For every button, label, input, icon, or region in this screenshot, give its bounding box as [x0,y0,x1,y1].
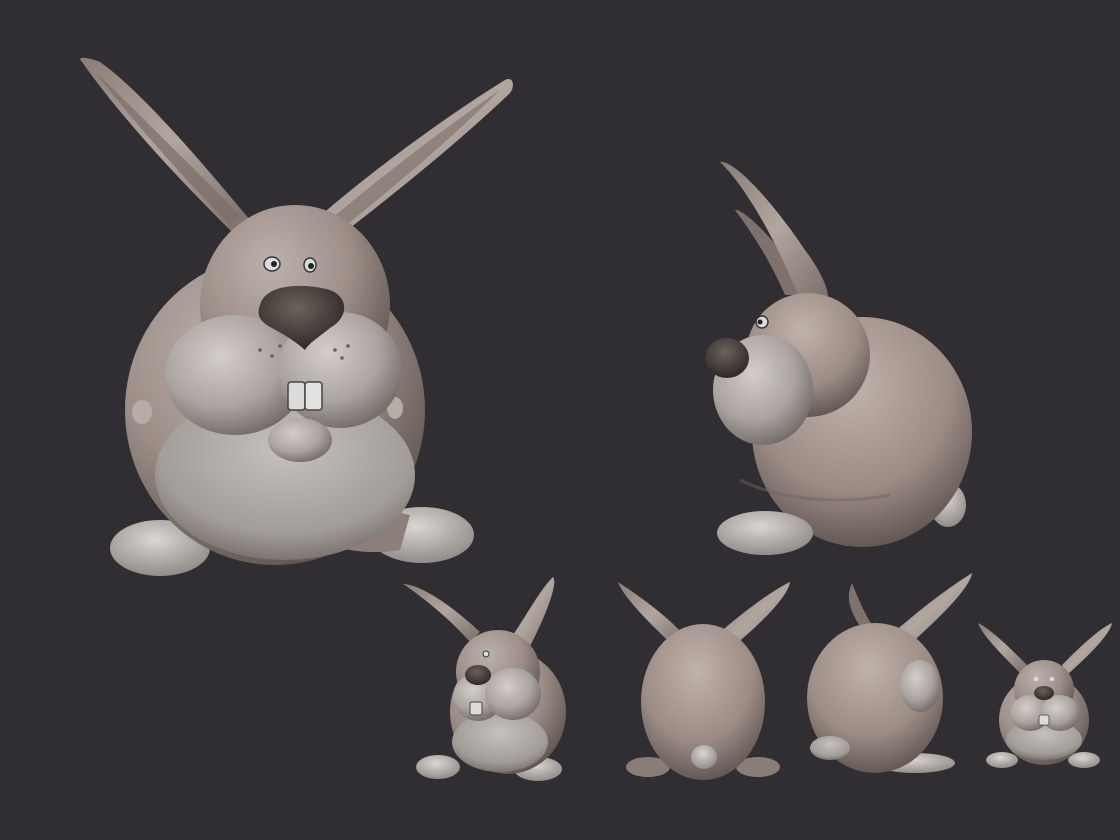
left-ear [978,623,1027,675]
left-foot [986,752,1018,768]
left-tooth [287,381,306,411]
nose-icon [465,665,491,685]
bunny-thumb-back-svg [618,582,790,780]
bunny-front-svg [80,57,513,576]
teeth [469,701,483,716]
belly [452,712,548,772]
left-pupil [271,261,277,267]
eye-icon [482,650,490,658]
right-pupil [308,263,314,269]
right-ear [1062,623,1112,675]
pupil [757,319,763,325]
bunny-sculpt-small-front-thumbnail [972,615,1118,775]
tail [691,745,717,769]
right-cheek [1040,695,1080,731]
bunny-sculpt-side [690,150,980,560]
front-foot [717,511,813,555]
bunny-sculpt-front-thumbnail [398,572,570,784]
cheek [900,660,940,712]
bunny-sculpt-front-three-quarter [60,50,530,580]
bunny-thumb-side-svg [807,573,972,773]
right-eye-icon [1049,676,1055,682]
nose-icon [1034,686,1054,700]
left-foot [416,755,460,779]
bunny-thumb-front-svg [403,577,566,781]
nose-icon [705,338,749,378]
right-tooth [304,381,323,411]
belly [810,736,850,760]
right-cheek [485,668,541,720]
left-ear [403,584,480,642]
teeth [1038,714,1050,726]
bunny-sculpt-back-thumbnail [608,572,798,784]
bunny-sculpt-side-thumbnail [800,568,980,776]
left-ear-inner [95,72,240,225]
front-ear [720,161,829,302]
right-ear-inner [318,90,500,238]
bunny-thumb-small-svg [978,623,1112,768]
chin [268,418,332,462]
bunny-side-svg [705,161,972,555]
render-stage [0,0,1120,840]
left-eye-icon [1033,676,1039,682]
left-arm [132,400,152,424]
